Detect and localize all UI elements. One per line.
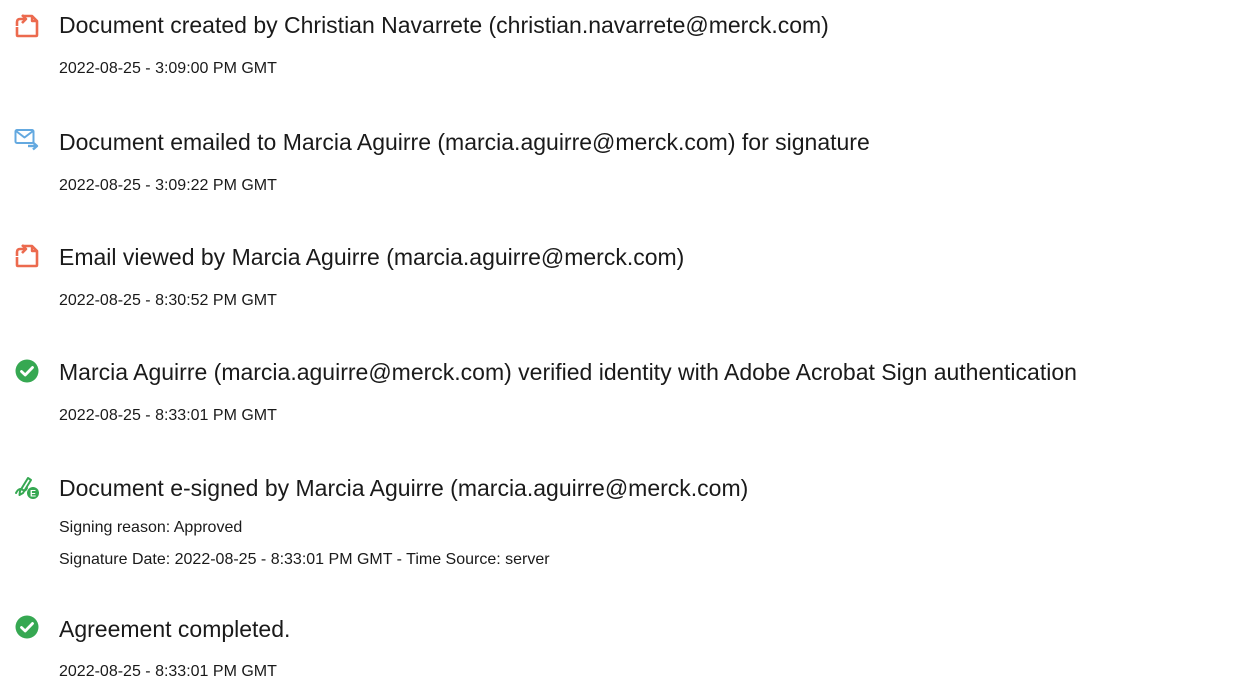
- event-title: Document emailed to Marcia Aguirre (marc…: [59, 129, 870, 155]
- event-timestamp: 2022-08-25 - 8:30:52 PM GMT: [59, 292, 277, 309]
- svg-text:E: E: [30, 489, 36, 499]
- event-title: Document created by Christian Navarrete …: [59, 12, 829, 38]
- event-timestamp: 2022-08-25 - 8:33:01 PM GMT: [59, 663, 277, 680]
- document-icon: [14, 13, 40, 39]
- signing-reason: Signing reason: Approved: [59, 519, 243, 536]
- e-sign-pen-icon: E: [14, 474, 40, 500]
- event-timestamp: 2022-08-25 - 8:33:01 PM GMT: [59, 407, 277, 424]
- event-title: Agreement completed.: [59, 616, 291, 642]
- event-title: Document e-signed by Marcia Aguirre (mar…: [59, 475, 749, 501]
- event-timestamp: 2022-08-25 - 3:09:22 PM GMT: [59, 177, 277, 194]
- check-circle-icon: [14, 358, 40, 384]
- document-icon: [14, 243, 40, 269]
- check-circle-icon: [14, 614, 40, 640]
- signature-date: Signature Date: 2022-08-25 - 8:33:01 PM …: [59, 551, 550, 568]
- event-title: Email viewed by Marcia Aguirre (marcia.a…: [59, 244, 685, 270]
- event-title: Marcia Aguirre (marcia.aguirre@merck.com…: [59, 359, 1077, 385]
- email-sent-icon: [14, 126, 40, 152]
- event-timestamp: 2022-08-25 - 3:09:00 PM GMT: [59, 60, 277, 77]
